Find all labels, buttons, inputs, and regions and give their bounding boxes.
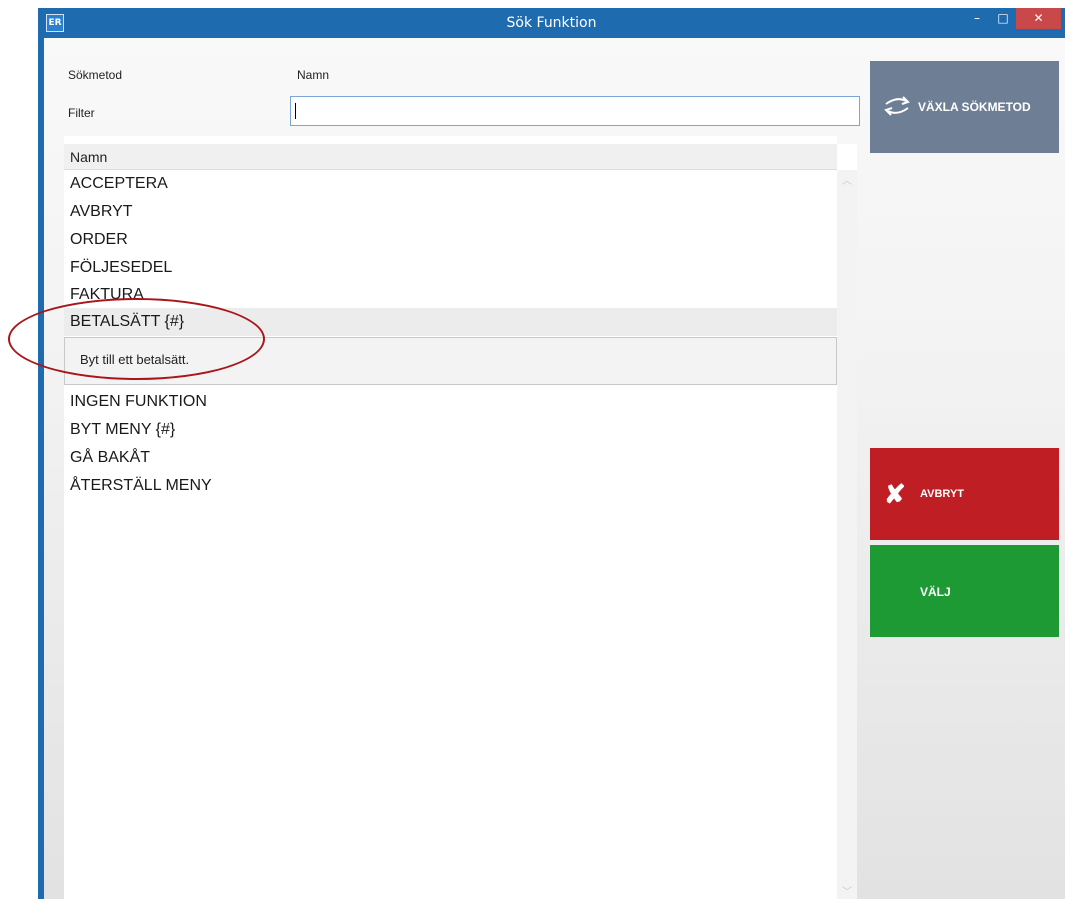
title-bar: ER Sök Funktion – □ ✕	[38, 8, 1065, 38]
list-item-label: FÖLJESEDEL	[70, 259, 173, 276]
scroll-down-arrow-icon[interactable]: ﹀	[837, 883, 857, 898]
list-item[interactable]: ORDER	[64, 226, 837, 254]
column-header-name[interactable]: Namn	[64, 144, 837, 170]
window-client-area: Sökmetod Namn Filter Namn ACCEPTERA AVBR…	[44, 38, 1065, 899]
list-item[interactable]: BYT MENY {#}	[64, 416, 837, 444]
search-method-value: Namn	[297, 68, 330, 82]
search-function-window: ER Sök Funktion – □ ✕ Sökmetod Namn Filt…	[38, 8, 1065, 899]
list-item[interactable]: FAKTURA	[64, 281, 837, 307]
filter-label: Filter	[68, 106, 95, 120]
swap-arrows-icon	[884, 96, 910, 116]
window-title: Sök Funktion	[506, 15, 597, 31]
choose-button[interactable]: VÄLJ	[870, 545, 1059, 637]
minimize-button[interactable]: –	[964, 8, 990, 29]
list-item[interactable]: AVBRYT	[64, 198, 837, 226]
choose-button-label: VÄLJ	[920, 585, 951, 599]
list-item[interactable]: ÅTERSTÄLL MENY	[64, 472, 837, 500]
cancel-button[interactable]: ✘ AVBRYT	[870, 448, 1059, 540]
list-item[interactable]: INGEN FUNKTION	[64, 388, 837, 416]
list-item[interactable]: ACCEPTERA	[64, 170, 837, 198]
list-item-label: GÅ BAKÅT	[70, 449, 151, 466]
close-x-icon: ✘	[884, 479, 906, 509]
row-details-panel: Byt till ett betalsätt.	[64, 337, 837, 385]
switch-search-method-label: VÄXLA SÖKMETOD	[918, 100, 1031, 114]
list-item-label: ORDER	[70, 231, 128, 248]
text-caret	[295, 103, 296, 119]
function-list: Namn ACCEPTERA AVBRYT ORDER FÖLJESEDEL F…	[64, 136, 857, 899]
list-item-selected[interactable]: BETALSÄTT {#}	[64, 308, 837, 336]
list-item-label: ÅTERSTÄLL MENY	[70, 477, 212, 494]
list-item-label: AVBRYT	[70, 203, 133, 220]
header-filler	[837, 144, 857, 170]
list-item[interactable]: GÅ BAKÅT	[64, 444, 837, 472]
close-button[interactable]: ✕	[1016, 8, 1061, 29]
column-header-label: Namn	[70, 149, 108, 165]
switch-search-method-button[interactable]: VÄXLA SÖKMETOD	[870, 61, 1059, 153]
row-details-text: Byt till ett betalsätt.	[80, 352, 190, 367]
list-item-label: FAKTURA	[70, 286, 144, 303]
list-item-label: BETALSÄTT {#}	[70, 313, 185, 330]
filter-input[interactable]	[290, 96, 860, 126]
list-item-label: BYT MENY {#}	[70, 421, 176, 438]
cancel-button-label: AVBRYT	[920, 488, 964, 500]
scroll-up-arrow-icon[interactable]: ︿	[837, 172, 857, 187]
vertical-scrollbar[interactable]: ︿ ﹀	[837, 170, 857, 899]
list-item[interactable]: FÖLJESEDEL	[64, 254, 837, 282]
search-method-label: Sökmetod	[68, 68, 123, 82]
list-item-label: INGEN FUNKTION	[70, 393, 207, 410]
maximize-button[interactable]: □	[990, 8, 1016, 29]
list-item-label: ACCEPTERA	[70, 175, 168, 192]
